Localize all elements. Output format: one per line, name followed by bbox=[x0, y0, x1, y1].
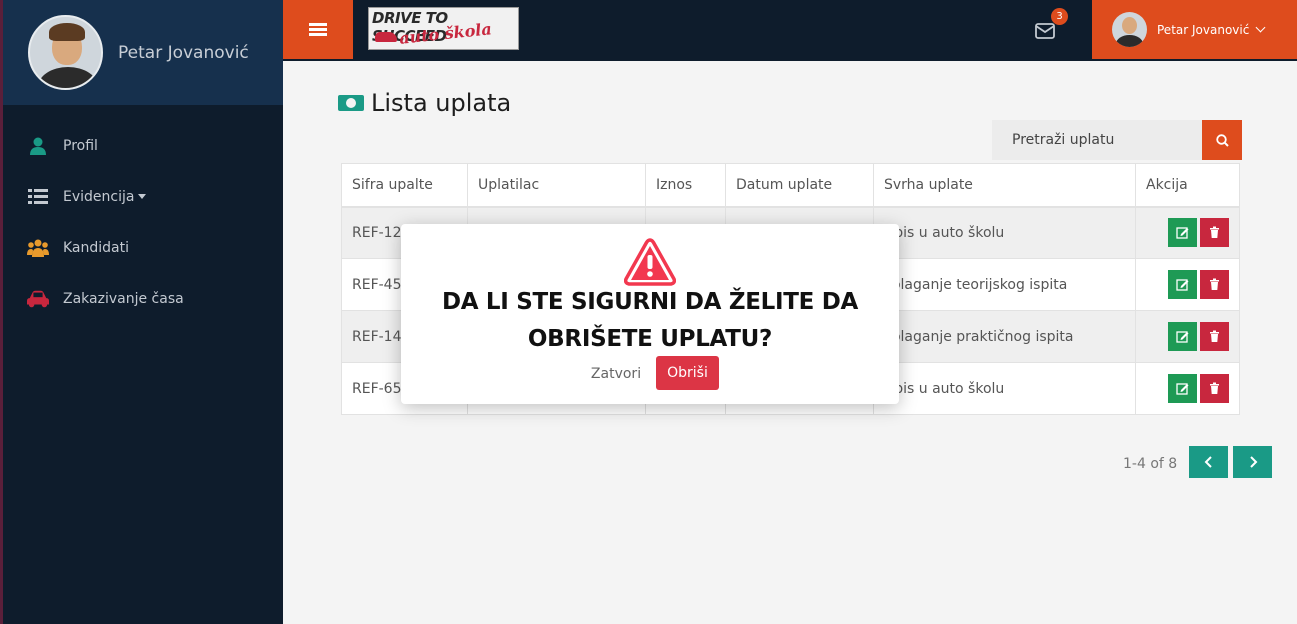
trash-icon bbox=[1210, 330, 1219, 342]
chevron-right-icon bbox=[1249, 456, 1257, 468]
delete-button[interactable] bbox=[1200, 322, 1229, 351]
col-header: Datum uplate bbox=[725, 163, 874, 208]
edit-button[interactable] bbox=[1168, 270, 1197, 299]
sidebar-item-label: Profil bbox=[63, 137, 98, 154]
logo[interactable]: DRIVE TO SUCCEED auto škola bbox=[368, 7, 519, 50]
notification-badge: 3 bbox=[1051, 8, 1068, 25]
avatar bbox=[1112, 12, 1147, 47]
sidebar-item-label: Evidencija bbox=[63, 188, 135, 205]
cell-actions bbox=[1135, 206, 1240, 259]
money-icon bbox=[338, 95, 364, 111]
search-icon bbox=[1215, 133, 1229, 147]
col-header: Svrha uplate bbox=[873, 163, 1136, 208]
car-icon bbox=[27, 289, 49, 309]
user-menu-button[interactable]: Petar Jovanović bbox=[1092, 0, 1297, 59]
modal-title: DA LI STE SIGURNI DA ŽELITE DA OBRIŠETE … bbox=[441, 289, 859, 352]
menu-toggle-button[interactable] bbox=[283, 0, 353, 59]
users-icon bbox=[27, 238, 49, 258]
page-title-text: Lista uplata bbox=[371, 89, 512, 117]
col-header: Uplatilac bbox=[467, 163, 646, 208]
delete-button[interactable] bbox=[1200, 218, 1229, 248]
trash-icon bbox=[1210, 278, 1219, 290]
cell-purpose: Polaganje teorijskog ispita bbox=[873, 258, 1136, 311]
delete-button[interactable] bbox=[1200, 374, 1229, 403]
col-header: Akcija bbox=[1135, 163, 1240, 208]
chevron-down-icon bbox=[1255, 22, 1266, 33]
sidebar-item-zakazivanje[interactable]: Zakazivanje časa bbox=[3, 273, 283, 324]
edit-button[interactable] bbox=[1168, 218, 1197, 248]
edit-icon bbox=[1176, 331, 1189, 343]
cell-purpose: Polaganje praktičnog ispita bbox=[873, 310, 1136, 363]
col-header: Iznos bbox=[645, 163, 726, 208]
pagination-info: 1-4 of 8 bbox=[1123, 456, 1178, 472]
user-menu-name: Petar Jovanović bbox=[1157, 22, 1250, 37]
edit-button[interactable] bbox=[1168, 374, 1197, 403]
sidebar-item-label: Kandidati bbox=[63, 239, 130, 256]
warning-icon bbox=[623, 238, 677, 290]
sidebar-item-evidencija[interactable]: Evidencija bbox=[3, 171, 283, 222]
trash-icon bbox=[1210, 226, 1219, 239]
edit-icon bbox=[1176, 383, 1189, 395]
avatar bbox=[28, 15, 103, 90]
sidebar-item-kandidati[interactable]: Kandidati bbox=[3, 222, 283, 273]
close-button[interactable]: Zatvori bbox=[586, 357, 646, 390]
list-icon bbox=[27, 187, 49, 207]
confirm-delete-modal: DA LI STE SIGURNI DA ŽELITE DA OBRIŠETE … bbox=[401, 224, 899, 404]
prev-page-button[interactable] bbox=[1189, 446, 1228, 478]
sidebar-item-profil[interactable]: Profil bbox=[3, 120, 283, 171]
top-bar: DRIVE TO SUCCEED auto škola 3 Petar Jova… bbox=[283, 0, 1297, 61]
sidebar-user-panel: Petar Jovanović bbox=[3, 0, 283, 105]
edit-icon bbox=[1176, 279, 1189, 291]
cell-purpose: Upis u auto školu bbox=[873, 362, 1136, 415]
next-page-button[interactable] bbox=[1233, 446, 1272, 478]
search-input[interactable] bbox=[992, 120, 1202, 160]
cell-actions bbox=[1135, 310, 1240, 363]
chevron-down-icon bbox=[138, 194, 147, 199]
search-button[interactable] bbox=[1202, 120, 1242, 160]
sidebar: Petar Jovanović Profil Evidencija Kandid… bbox=[0, 0, 283, 624]
edit-icon bbox=[1176, 227, 1189, 239]
chevron-left-icon bbox=[1204, 456, 1212, 468]
trash-icon bbox=[1210, 382, 1219, 394]
delete-button[interactable] bbox=[1200, 270, 1229, 299]
cell-actions bbox=[1135, 362, 1240, 415]
sidebar-item-label: Zakazivanje časa bbox=[63, 290, 184, 307]
cell-purpose: Upis u auto školu bbox=[873, 206, 1136, 259]
sidebar-nav: Profil Evidencija Kandidati Zakazivanje … bbox=[3, 120, 283, 324]
delete-confirm-button[interactable]: Obriši bbox=[656, 356, 719, 390]
cell-actions bbox=[1135, 258, 1240, 311]
sidebar-user-name: Petar Jovanović bbox=[118, 42, 249, 63]
user-icon bbox=[27, 136, 49, 156]
col-header: Sifra upalte bbox=[341, 163, 468, 208]
hamburger-icon bbox=[309, 21, 327, 38]
page-title: Lista uplata bbox=[338, 89, 511, 117]
edit-button[interactable] bbox=[1168, 322, 1197, 351]
logo-car-icon bbox=[375, 32, 397, 42]
table-header-row: Sifra upalte Uplatilac Iznos Datum uplat… bbox=[341, 163, 1240, 208]
